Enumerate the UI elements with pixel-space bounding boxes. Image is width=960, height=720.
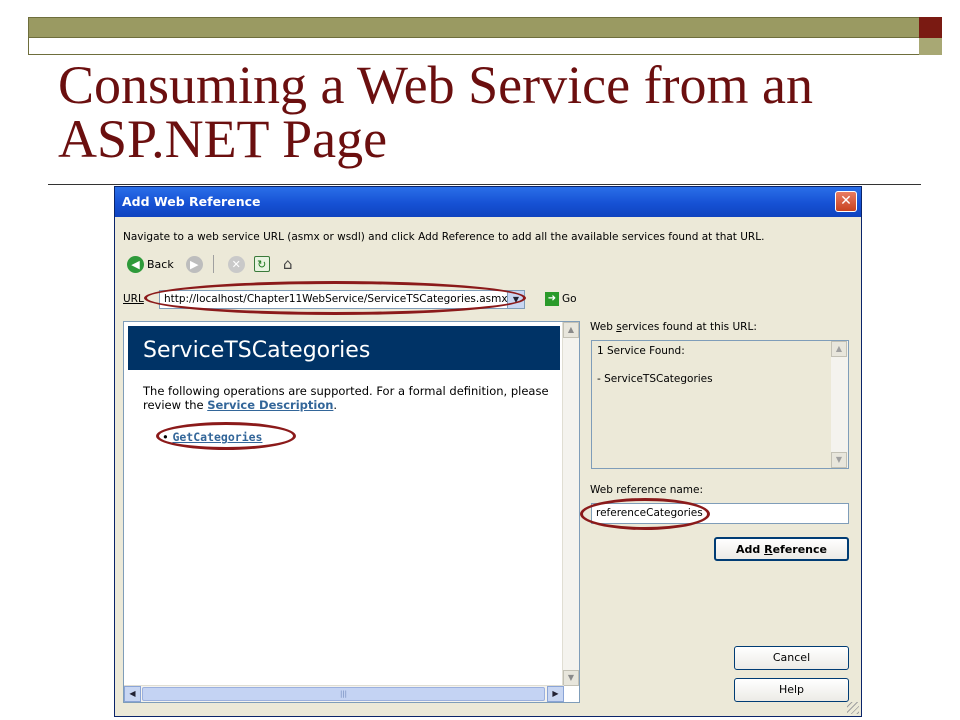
highlight-ring-operation bbox=[156, 422, 296, 450]
go-label: Go bbox=[562, 293, 577, 305]
scroll-right-arrow-icon[interactable]: ▶ bbox=[547, 686, 564, 702]
desc-prefix: The following operations are supported. … bbox=[143, 384, 549, 412]
add-reference-label-pre: Add bbox=[736, 543, 765, 556]
scroll-down-arrow-icon[interactable]: ▼ bbox=[563, 670, 579, 686]
forward-arrow-icon[interactable]: ▶ bbox=[185, 255, 203, 273]
back-button-label[interactable]: Back bbox=[147, 258, 174, 271]
browser-vertical-scrollbar[interactable]: ▲ ▼ bbox=[562, 322, 579, 686]
dialog-titlebar[interactable]: Add Web Reference ✕ bbox=[115, 187, 861, 217]
resize-grip-icon[interactable] bbox=[847, 702, 859, 714]
services-found-count: 1 Service Found: bbox=[597, 345, 685, 357]
highlight-ring-url bbox=[144, 281, 526, 315]
add-reference-label-accel: R bbox=[764, 543, 773, 556]
highlight-ring-reference-name bbox=[580, 498, 710, 530]
add-web-reference-dialog: Add Web Reference ✕ Navigate to a web se… bbox=[114, 186, 862, 717]
web-reference-name-label: Web reference name: bbox=[590, 484, 704, 496]
scroll-thumb[interactable]: ||| bbox=[142, 687, 545, 701]
url-label: URL bbox=[123, 293, 144, 305]
toolbar-separator bbox=[212, 255, 214, 273]
add-reference-label-post: eference bbox=[772, 543, 827, 556]
scroll-down-arrow-icon[interactable]: ▼ bbox=[831, 452, 847, 468]
add-reference-button[interactable]: Add Reference bbox=[714, 537, 849, 561]
service-description-text: The following operations are supported. … bbox=[143, 384, 553, 412]
close-button[interactable]: ✕ bbox=[835, 191, 857, 212]
stop-icon[interactable]: ✕ bbox=[227, 255, 245, 273]
refresh-icon[interactable]: ↻ bbox=[253, 256, 270, 272]
slide-corner-dark bbox=[919, 17, 942, 38]
cancel-button[interactable]: Cancel bbox=[734, 646, 849, 670]
dialog-title: Add Web Reference bbox=[122, 194, 261, 209]
browser-horizontal-scrollbar[interactable]: ◀ ||| ▶ bbox=[124, 685, 564, 702]
scroll-left-arrow-icon[interactable]: ◀ bbox=[124, 686, 141, 702]
slide-corner-olive bbox=[919, 38, 942, 55]
service-header: ServiceTSCategories bbox=[128, 326, 560, 370]
slide-top-bar-lower bbox=[28, 38, 942, 55]
service-name-heading: ServiceTSCategories bbox=[143, 338, 371, 363]
desc-suffix: . bbox=[333, 398, 338, 412]
slide-top-bar bbox=[28, 17, 942, 38]
help-button[interactable]: Help bbox=[734, 678, 849, 702]
instructions-text: Navigate to a web service URL (asmx or w… bbox=[123, 231, 765, 243]
services-found-label-pre: Web bbox=[590, 321, 617, 333]
go-button[interactable]: ➜ Go bbox=[545, 292, 577, 306]
services-found-label: Web services found at this URL: bbox=[590, 321, 757, 333]
home-icon[interactable]: ⌂ bbox=[279, 255, 297, 273]
services-found-box[interactable]: 1 Service Found: - ServiceTSCategories ▲… bbox=[591, 340, 849, 469]
scroll-up-arrow-icon[interactable]: ▲ bbox=[831, 341, 847, 357]
slide-title: Consuming a Web Service from an ASP.NET … bbox=[58, 55, 813, 169]
back-arrow-icon[interactable]: ◀ bbox=[127, 255, 144, 273]
services-box-scrollbar[interactable]: ▲ ▼ bbox=[831, 341, 848, 468]
scroll-up-arrow-icon[interactable]: ▲ bbox=[563, 322, 579, 338]
service-description-link[interactable]: Service Description bbox=[207, 398, 333, 412]
service-browser-pane: ServiceTSCategories The following operat… bbox=[123, 321, 580, 703]
services-found-item: - ServiceTSCategories bbox=[597, 373, 713, 385]
slide-title-rule bbox=[48, 184, 921, 185]
services-found-label-post: ervices found at this URL: bbox=[621, 321, 757, 333]
navigation-toolbar: ◀ Back ▶ ✕ ↻ ⌂ bbox=[127, 253, 297, 275]
go-arrow-icon: ➜ bbox=[545, 292, 559, 306]
